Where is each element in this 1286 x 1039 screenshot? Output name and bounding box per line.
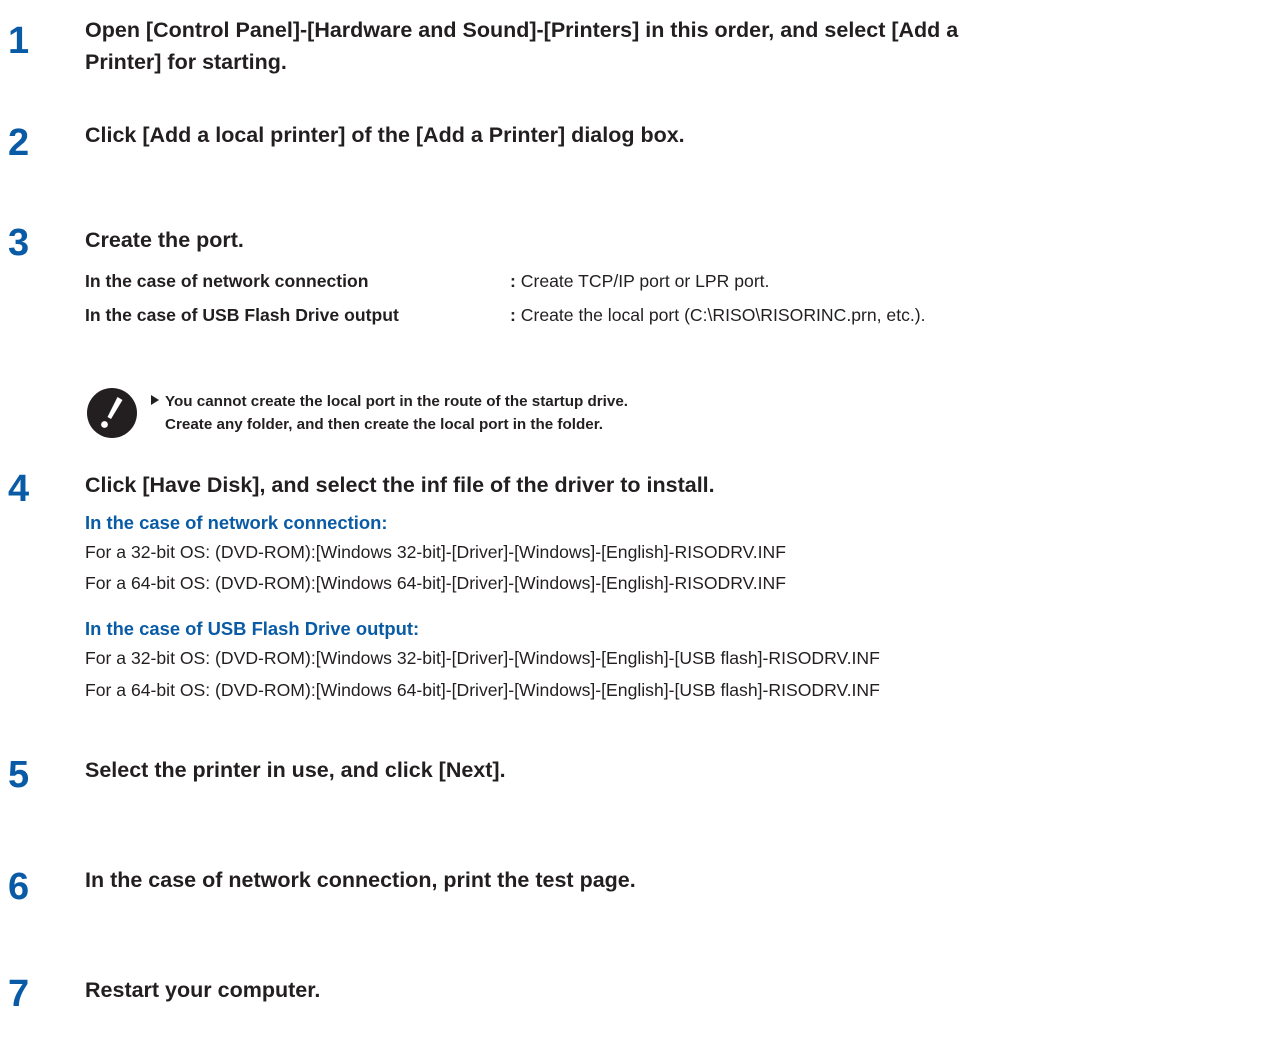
bullet-triangle-icon <box>151 395 159 405</box>
step-1-title-line-1: Open [Control Panel]-[Hardware and Sound… <box>85 18 959 42</box>
driver-path: For a 64-bit OS: (DVD-ROM):[Windows 64-b… <box>85 573 786 593</box>
step-5-title: Select the printer in use, and click [Ne… <box>85 758 506 782</box>
step-number-3: 3 <box>8 222 30 264</box>
step-number-2: 2 <box>8 122 30 164</box>
row-text: Create TCP/IP port or LPR port. <box>520 271 770 291</box>
driver-path: For a 32-bit OS: (DVD-ROM):[Windows 32-b… <box>85 648 880 668</box>
step-number-7: 7 <box>8 973 30 1015</box>
step-number-4: 4 <box>8 468 30 510</box>
row-colon: : <box>510 305 521 325</box>
exclamation-icon <box>87 388 137 438</box>
step-3-row-usb: In the case of USB Flash Drive output: C… <box>85 304 926 326</box>
step-1-title-line-2: Printer] for starting. <box>85 50 287 74</box>
row-label: In the case of USB Flash Drive output <box>85 305 399 325</box>
row-colon: : <box>510 271 521 291</box>
driver-path: For a 32-bit OS: (DVD-ROM):[Windows 32-b… <box>85 542 786 562</box>
driver-path: For a 64-bit OS: (DVD-ROM):[Windows 64-b… <box>85 680 880 700</box>
step-3-title: Create the port. <box>85 228 244 252</box>
caution-line-2: Create any folder, and then create the l… <box>165 416 604 433</box>
step-7-title: Restart your computer. <box>85 978 321 1002</box>
step-4-title: Click [Have Disk], and select the inf fi… <box>85 473 715 497</box>
step-6-title: In the case of network connection, print… <box>85 868 636 892</box>
step-2-title: Click [Add a local printer] of the [Add … <box>85 123 685 147</box>
step-3-row-network: In the case of network connection: Creat… <box>85 270 769 292</box>
step-number-1: 1 <box>8 20 30 62</box>
caution-line-1: You cannot create the local port in the … <box>151 390 628 413</box>
section-heading-usb: In the case of USB Flash Drive output: <box>85 618 420 639</box>
caution-note-text: You cannot create the local port in the … <box>151 390 628 436</box>
row-text: Create the local port (C:\RISO\RISORINC.… <box>520 305 926 325</box>
step-number-5: 5 <box>8 754 30 796</box>
caution-note: You cannot create the local port in the … <box>85 384 785 442</box>
section-heading-network: In the case of network connection: <box>85 512 388 533</box>
row-label: In the case of network connection <box>85 271 369 291</box>
step-number-6: 6 <box>8 866 30 908</box>
